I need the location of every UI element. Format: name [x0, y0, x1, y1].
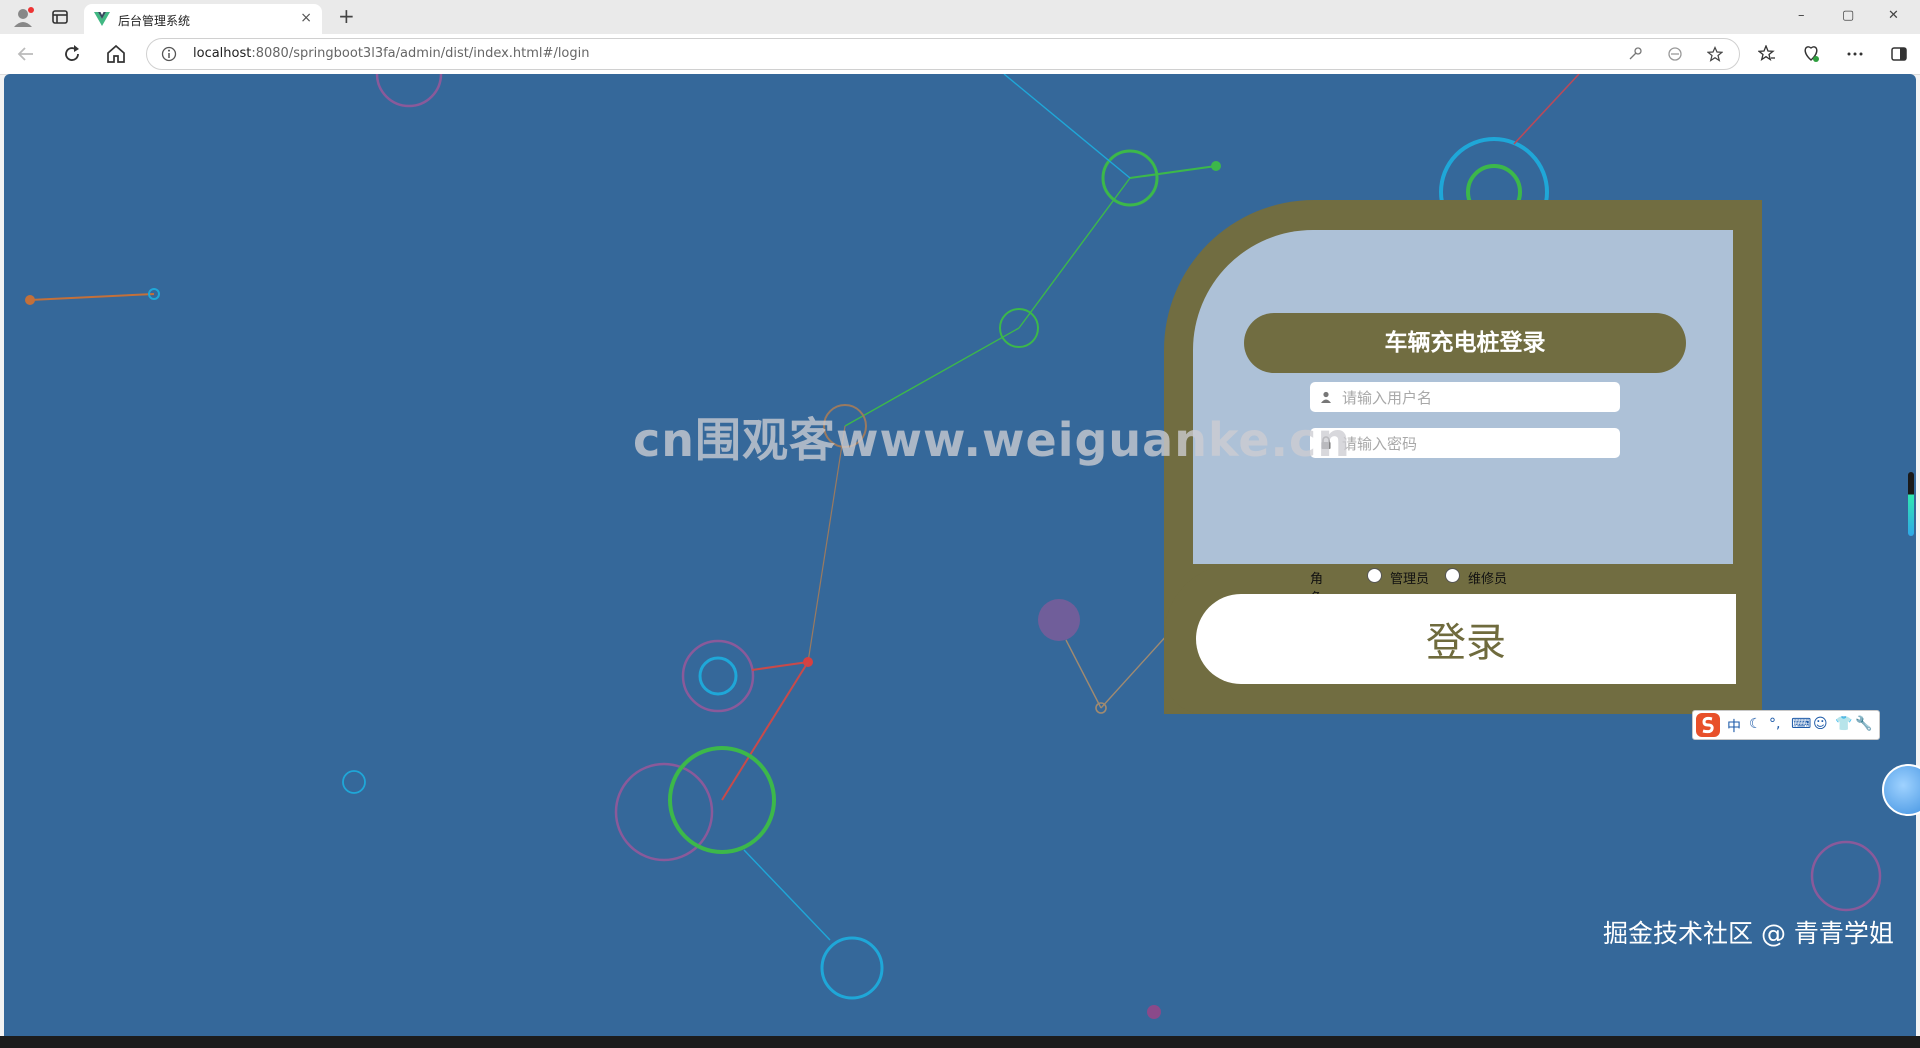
site-info-icon[interactable] [161, 46, 177, 62]
login-submit-button[interactable]: 登录 [1196, 594, 1736, 684]
password-field[interactable] [1310, 428, 1620, 460]
ime-halfwidth-icon[interactable]: ☾ [1749, 716, 1762, 732]
favorites-icon[interactable] [1758, 45, 1776, 63]
close-window-button[interactable]: ✕ [1888, 8, 1899, 23]
address-bar: localhost:8080/springboot3l3fa/admin/dis… [0, 34, 1920, 75]
sidebar-toggle-icon[interactable] [1890, 45, 1908, 63]
role-radio-admin[interactable] [1367, 568, 1382, 583]
translate-icon[interactable] [1667, 46, 1683, 62]
back-arrow-icon[interactable] [14, 42, 38, 66]
role-option-repairer-label[interactable]: 维修员 [1468, 568, 1507, 587]
password-input[interactable] [1340, 428, 1614, 460]
home-icon[interactable] [104, 42, 128, 66]
sogou-logo-icon[interactable] [1695, 712, 1721, 738]
watermark-text: cn围观客www.weiguanke.cn [633, 413, 1352, 467]
user-icon [1321, 391, 1331, 403]
username-input[interactable] [1340, 382, 1614, 414]
vue-favicon-icon [94, 12, 110, 26]
reload-icon[interactable] [60, 42, 84, 66]
ime-skin-icon[interactable]: 👕 [1835, 716, 1852, 732]
tab-close-icon[interactable]: × [300, 10, 312, 26]
login-title: 车辆充电桩登录 [1244, 313, 1686, 373]
more-options-icon[interactable] [1846, 45, 1864, 63]
browser-tab-bar: 后台管理系统 × + – ▢ ✕ [0, 0, 1920, 34]
url-field[interactable]: localhost:8080/springboot3l3fa/admin/dis… [146, 38, 1740, 70]
role-radio-repairer[interactable] [1445, 568, 1460, 583]
ime-punctuation-icon[interactable]: °, [1769, 716, 1780, 732]
browser-essentials-icon[interactable] [1802, 45, 1820, 63]
role-option-admin-label[interactable]: 管理员 [1390, 568, 1429, 587]
tab-actions-icon[interactable] [52, 9, 68, 25]
ime-toolbar: 中 ☾ °, ⌨ ☺ 👕 🔧 [1692, 710, 1880, 740]
new-tab-button[interactable]: + [338, 4, 355, 28]
url-text: localhost:8080/springboot3l3fa/admin/dis… [193, 46, 590, 61]
ime-keyboard-icon[interactable]: ⌨ [1791, 716, 1811, 732]
profile-icon[interactable] [12, 6, 34, 28]
restore-button[interactable]: ▢ [1842, 8, 1854, 23]
tab-title: 后台管理系统 [118, 14, 191, 28]
minimize-button[interactable]: – [1798, 8, 1805, 23]
ime-tools-icon[interactable]: 🔧 [1855, 716, 1872, 732]
os-taskbar [0, 1036, 1920, 1048]
credit-watermark: 掘金技术社区 @ 青青学姐 [1603, 919, 1894, 948]
key-icon[interactable] [1627, 46, 1643, 62]
username-field[interactable] [1310, 382, 1620, 414]
favorite-star-icon[interactable] [1707, 46, 1723, 62]
browser-tab-active[interactable]: 后台管理系统 × [84, 4, 322, 34]
ime-chinese-mode[interactable]: 中 [1727, 716, 1741, 736]
ime-voice-icon[interactable]: ☺ [1813, 716, 1828, 732]
side-gauge-widget [1908, 472, 1914, 536]
